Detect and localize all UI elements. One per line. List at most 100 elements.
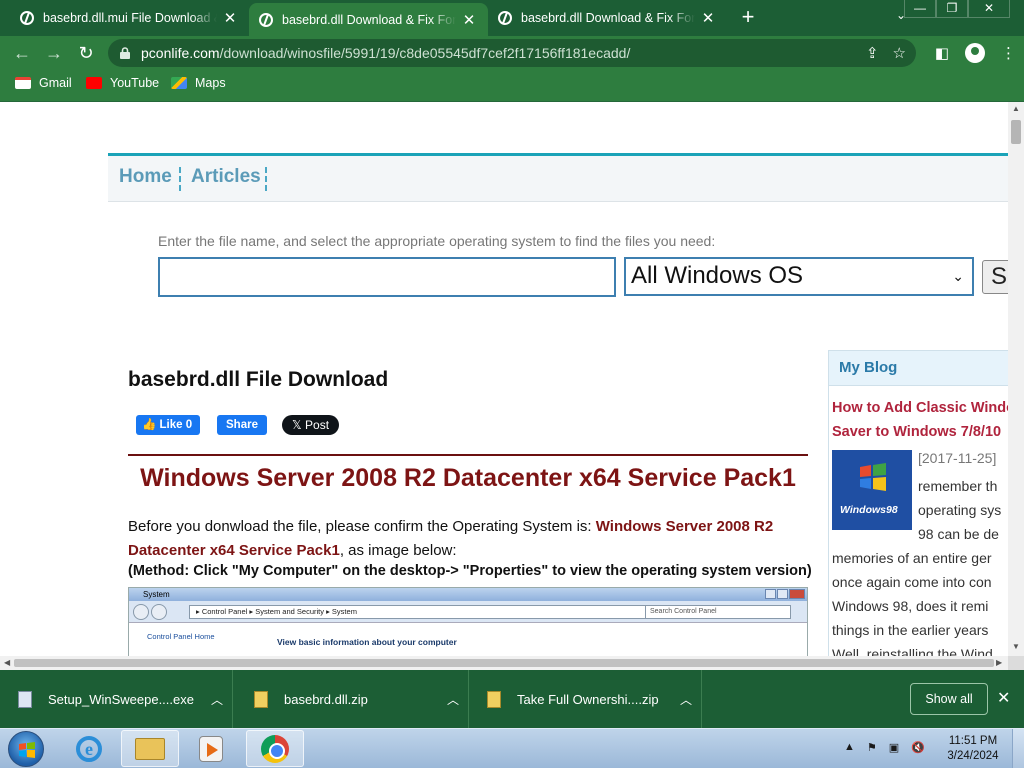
search-button[interactable]: S xyxy=(982,260,1008,294)
tab-basebrd-download-2[interactable]: basebrd.dll Download & Fix For W ✕ xyxy=(488,3,727,33)
screenshot-titlebar: System xyxy=(129,588,807,601)
bookmark-star-icon[interactable]: ☆ xyxy=(893,44,906,62)
back-button[interactable]: ← xyxy=(11,42,33,64)
blog-thumb-label: Windows98 xyxy=(840,504,898,516)
download-item[interactable]: basebrd.dll.zip ︿ xyxy=(236,670,469,728)
profile-avatar[interactable] xyxy=(965,43,985,63)
address-bar[interactable]: pconlife.com/download/winosfile/5991/19/… xyxy=(108,39,916,67)
close-download-shelf-icon[interactable]: ✕ xyxy=(997,688,1010,708)
nav-home-link[interactable]: Home xyxy=(119,166,172,188)
file-explorer-icon xyxy=(135,737,165,760)
vertical-scrollbar[interactable]: ▲ ▼ xyxy=(1008,102,1024,656)
volume-muted-icon[interactable]: 🔇 xyxy=(911,741,925,754)
browser-tab-strip: basebrd.dll.mui File Download & ✕ basebr… xyxy=(0,0,1024,36)
file-search-input[interactable] xyxy=(158,257,616,297)
scroll-up-icon[interactable]: ▲ xyxy=(1012,104,1020,113)
blog-link-line: Saver to Windows 7/8/10 xyxy=(832,424,1002,440)
blog-post-link[interactable]: How to Add Classic Windo Saver to Window… xyxy=(832,396,1008,444)
chevron-up-icon[interactable]: ︿ xyxy=(438,691,468,708)
share-icon[interactable]: ⇪ xyxy=(866,44,879,62)
nav-articles-link[interactable]: Articles xyxy=(191,166,261,188)
gmail-icon xyxy=(15,77,31,89)
side-panel-icon[interactable]: ◧ xyxy=(935,44,949,62)
taskbar-media-player[interactable] xyxy=(182,730,240,767)
globe-icon xyxy=(259,12,273,27)
screenshot-left-link: Control Panel Home xyxy=(147,632,215,641)
scroll-left-icon[interactable]: ◀ xyxy=(4,658,10,667)
os-select-dropdown[interactable]: All Windows OS ⌄ xyxy=(624,257,974,296)
scroll-right-icon[interactable]: ▶ xyxy=(996,658,1002,667)
tab-basebrd-download-active[interactable]: basebrd.dll Download & Fix For W ✕ xyxy=(249,3,488,36)
excerpt-line: remember th xyxy=(918,478,998,494)
blog-link-line: How to Add Classic Windo xyxy=(832,400,1008,416)
chevron-up-icon[interactable]: ︿ xyxy=(202,691,232,708)
vertical-scroll-thumb[interactable] xyxy=(1011,120,1021,144)
url-text: pconlife.com/download/winosfile/5991/19/… xyxy=(141,45,630,61)
taskbar-file-explorer[interactable] xyxy=(121,730,179,767)
bookmark-maps[interactable]: Maps xyxy=(171,76,226,90)
menu-kebab-icon[interactable]: ⋮ xyxy=(1001,44,1016,62)
facebook-like-button[interactable]: 👍 Like 0 xyxy=(136,415,201,435)
lock-icon xyxy=(120,47,130,59)
x-post-button[interactable]: 𝕏 Post xyxy=(282,415,340,435)
tab-title: basebrd.dll.mui File Download & xyxy=(43,11,217,25)
excerpt-line: Well, reinstalling the Wind xyxy=(832,646,993,656)
close-icon[interactable]: ✕ xyxy=(460,11,478,29)
screenshot-info-heading: View basic information about your comput… xyxy=(277,637,457,647)
download-item[interactable]: Take Full Ownershi....zip ︿ xyxy=(469,670,702,728)
chevron-down-icon: ⌄ xyxy=(952,268,964,284)
start-button[interactable] xyxy=(8,731,44,767)
screenshot-forward-icon xyxy=(151,604,167,620)
network-icon[interactable]: ▣ xyxy=(889,741,899,754)
system-tray: ▲ ⚑ ▣ 🔇 xyxy=(844,741,925,754)
minimize-button[interactable]: — xyxy=(904,0,936,18)
excerpt-line: 98 can be de xyxy=(918,526,999,542)
scroll-down-icon[interactable]: ▼ xyxy=(1012,642,1020,651)
excerpt-line: operating sys xyxy=(918,502,1002,518)
maps-icon xyxy=(171,77,187,89)
tray-expand-icon[interactable]: ▲ xyxy=(844,741,855,754)
os-heading: Windows Server 2008 R2 Datacenter x64 Se… xyxy=(140,464,796,492)
taskbar-chrome[interactable] xyxy=(246,730,304,767)
url-path: /download/winosfile/5991/19/c8de05545df7… xyxy=(219,45,631,61)
excerpt-line: things in the earlier years xyxy=(832,622,989,638)
taskbar-internet-explorer[interactable]: e xyxy=(60,730,118,767)
show-all-downloads-button[interactable]: Show all xyxy=(910,683,988,715)
bookmark-gmail[interactable]: Gmail xyxy=(15,76,72,90)
screenshot-window-title: System xyxy=(143,590,170,599)
excerpt-line: memories of an entire ger xyxy=(832,550,992,566)
screenshot-back-icon xyxy=(133,604,149,620)
internet-explorer-icon: e xyxy=(76,735,102,762)
blog-thumbnail[interactable]: Windows98 xyxy=(832,450,912,530)
chevron-up-icon[interactable]: ︿ xyxy=(671,691,701,708)
blog-excerpt-short: remember th operating sys 98 can be de xyxy=(918,474,1008,546)
like-label: Like 0 xyxy=(159,419,193,431)
reload-button[interactable]: ↻ xyxy=(75,42,97,64)
screenshot-addressbar: ▸ Control Panel ▸ System and Security ▸ … xyxy=(129,601,807,623)
restore-button[interactable]: ❐ xyxy=(936,0,968,18)
clock-date: 3/24/2024 xyxy=(947,750,999,762)
windows-logo-icon xyxy=(19,742,35,758)
horizontal-scroll-thumb[interactable] xyxy=(14,659,994,667)
exe-file-icon xyxy=(18,690,32,708)
tab-basebrd-mui[interactable]: basebrd.dll.mui File Download & ✕ xyxy=(10,3,249,33)
page-title: basebrd.dll File Download xyxy=(128,368,389,391)
close-icon[interactable]: ✕ xyxy=(221,9,239,27)
window-close-button[interactable]: ✕ xyxy=(968,0,1010,18)
bookmark-label: Gmail xyxy=(39,76,72,90)
action-center-flag-icon[interactable]: ⚑ xyxy=(867,741,877,754)
scrollbar-corner xyxy=(1008,656,1024,670)
forward-button[interactable]: → xyxy=(43,42,65,64)
new-tab-button[interactable]: + xyxy=(737,6,759,28)
download-item[interactable]: Setup_WinSweepe....exe ︿ xyxy=(0,670,233,728)
bookmark-youtube[interactable]: YouTube xyxy=(86,76,159,90)
section-divider xyxy=(128,454,808,456)
system-clock[interactable]: 11:51 PM 3/24/2024 xyxy=(940,734,1006,764)
youtube-icon xyxy=(86,77,102,89)
confirm-paragraph: Before you donwload the file, please con… xyxy=(128,515,808,563)
horizontal-scrollbar[interactable]: ◀ ▶ xyxy=(0,656,1008,670)
facebook-share-button[interactable]: Share xyxy=(217,415,267,435)
globe-icon xyxy=(498,11,512,25)
close-icon[interactable]: ✕ xyxy=(699,9,717,27)
show-desktop-button[interactable] xyxy=(1012,729,1024,768)
